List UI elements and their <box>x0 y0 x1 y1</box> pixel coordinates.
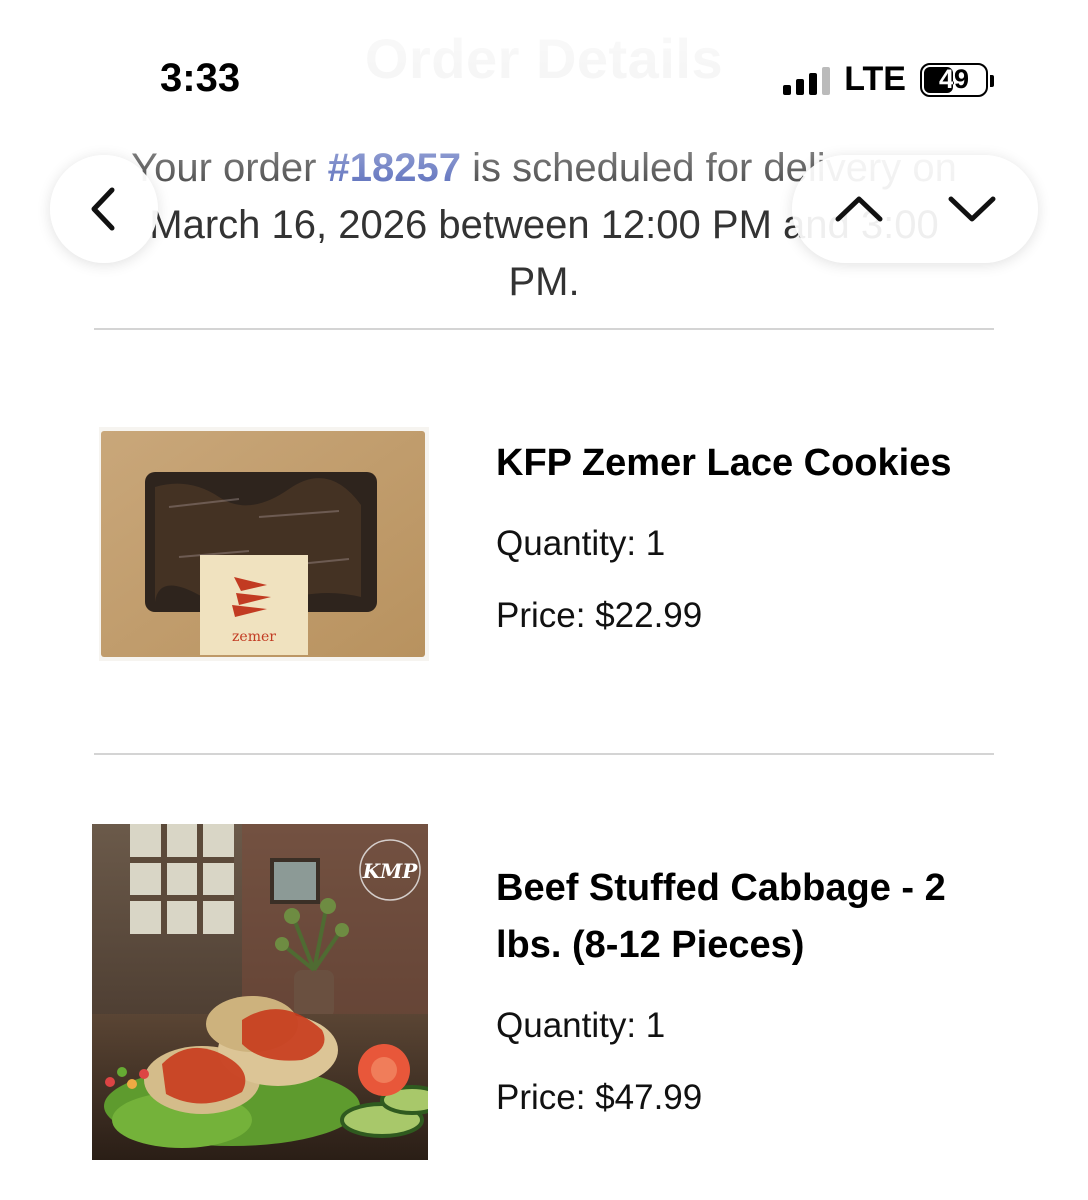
product-name[interactable]: KFP Zemer Lace Cookies <box>496 435 974 492</box>
cellular-signal-icon <box>783 65 831 95</box>
status-indicators: LTE 49 <box>783 60 994 99</box>
product-image-zemer-cookies[interactable]: zemer <box>99 427 429 661</box>
order-details-screen: Order Details Your order #18257 is sched… <box>0 0 1088 1200</box>
product-image-stuffed-cabbage[interactable]: KMP <box>92 824 428 1160</box>
product-info-1: KFP Zemer Lace Cookies Quantity: 1 Price… <box>496 435 974 636</box>
product-quantity: Quantity: 1 <box>496 524 666 563</box>
chevron-down-icon <box>948 196 995 222</box>
order-number-link[interactable]: #18257 <box>328 146 461 190</box>
order-message-prefix: Your order <box>131 146 328 190</box>
next-button[interactable] <box>942 179 1002 239</box>
zemer-logo-text: zemer <box>232 629 276 645</box>
cookie-box-image: zemer <box>99 427 429 661</box>
product-quantity: Quantity: 1 <box>496 1006 666 1045</box>
previous-button[interactable] <box>829 179 889 239</box>
stuffed-cabbage-image: KMP <box>92 824 428 1160</box>
chevron-left-icon <box>74 179 134 239</box>
back-button[interactable] <box>50 155 158 263</box>
product-name[interactable]: Beef Stuffed Cabbage - 2 lbs. (8-12 Piec… <box>496 860 974 974</box>
battery-percent: 49 <box>938 64 970 94</box>
product-price: Price: $47.99 <box>496 1078 703 1117</box>
chevron-up-icon <box>835 196 882 222</box>
kmp-logo-text: KMP <box>362 859 419 883</box>
divider <box>94 328 994 330</box>
network-type: LTE <box>844 60 906 98</box>
divider <box>94 753 994 755</box>
product-price: Price: $22.99 <box>496 596 703 635</box>
item-navigation-control <box>792 155 1038 263</box>
product-info-2: Beef Stuffed Cabbage - 2 lbs. (8-12 Piec… <box>496 860 974 1118</box>
status-time: 3:33 <box>160 56 241 100</box>
battery-icon: 49 <box>920 62 994 97</box>
